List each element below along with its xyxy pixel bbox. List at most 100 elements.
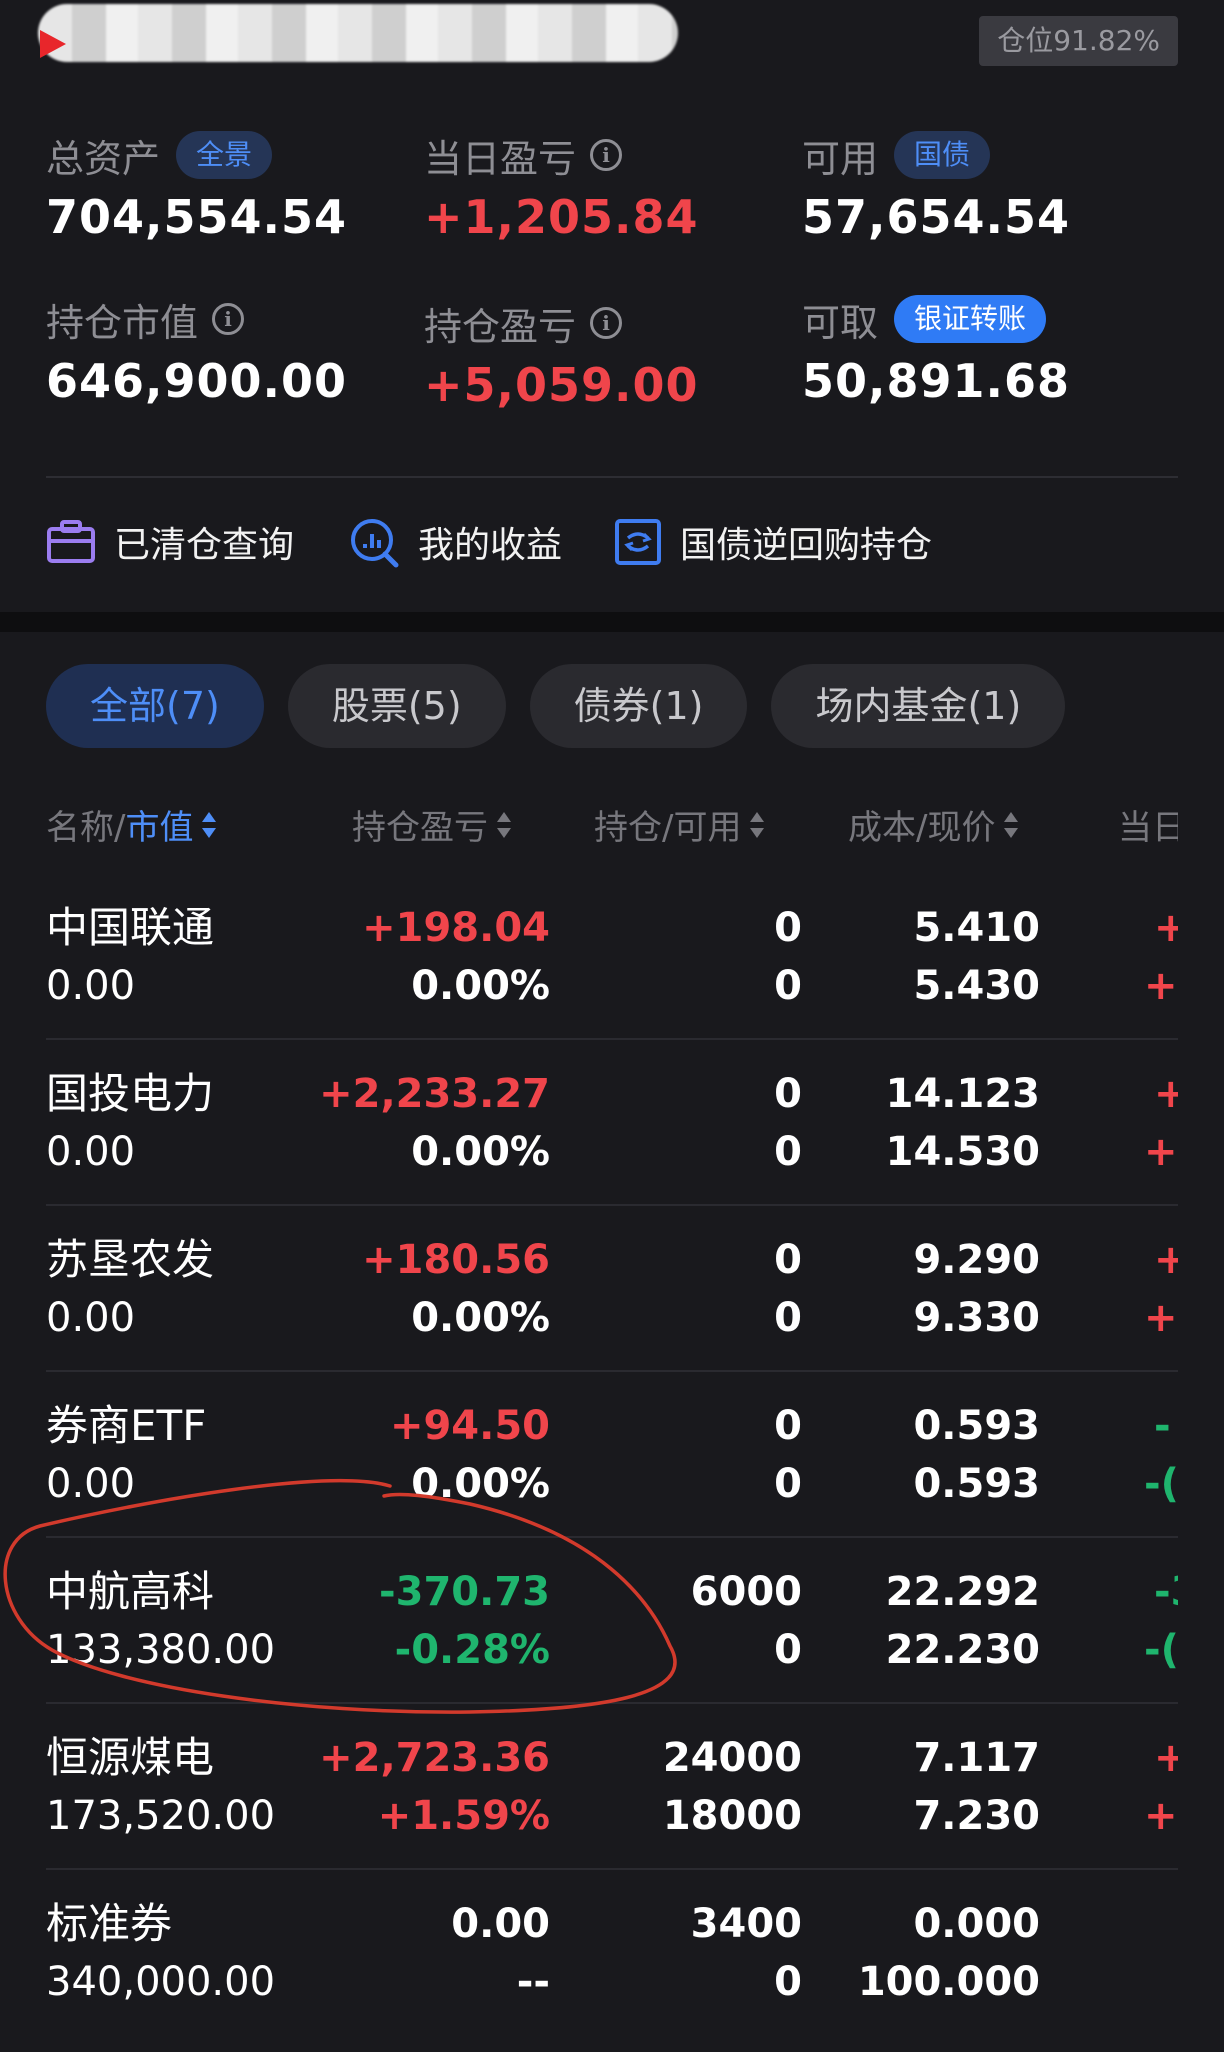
- holding-cost: 14.123: [885, 1071, 1040, 1117]
- account-summary-panel: 仓位91.82% 总资产 全景 704,554.54 当日盈亏 i +1,205…: [0, 0, 1224, 612]
- holding-price: 22.230: [885, 1627, 1040, 1673]
- holding-available: 0: [774, 1959, 802, 2005]
- holding-price: 5.430: [913, 963, 1040, 1009]
- total-assets-value: 704,554.54: [46, 190, 348, 244]
- holding-available: 18000: [662, 1793, 802, 1839]
- holding-market-value: 173,520.00: [46, 1793, 276, 1839]
- column-name-label: 名称/: [46, 808, 126, 848]
- holding-daily-pnl: -3: [1154, 1569, 1178, 1615]
- section-separator: [0, 612, 1224, 632]
- column-market-value-label: 市值: [125, 808, 194, 848]
- sort-icon: [496, 811, 512, 838]
- daily-pnl: 当日盈亏 i +1,205.84: [424, 128, 699, 245]
- withdrawable-label: 可取: [802, 300, 879, 345]
- repo-holdings-label: 国债逆回购持仓: [680, 525, 933, 566]
- redacted-account-bar: [38, 4, 678, 62]
- sort-icon: [1003, 811, 1019, 838]
- holding-market-value: 340,000.00: [46, 1959, 276, 2005]
- tab-stocks[interactable]: 股票(5): [287, 664, 506, 748]
- holding-available: 0: [774, 1295, 802, 1341]
- holding-value-label: 持仓市值: [46, 300, 199, 345]
- treasury-bond-button[interactable]: 国债: [894, 131, 991, 179]
- holding-daily-percent: +(: [1144, 1793, 1178, 1839]
- holding-position: 3400: [690, 1901, 802, 1947]
- total-assets: 总资产 全景 704,554.54: [46, 128, 347, 244]
- holding-price: 7.230: [913, 1793, 1040, 1839]
- holding-name: 苏垦农发: [46, 1235, 215, 1284]
- holding-position: 0: [774, 1237, 802, 1283]
- holding-daily-percent: +(: [1144, 1129, 1178, 1175]
- holding-position: 6000: [690, 1569, 802, 1615]
- panorama-button[interactable]: 全景: [176, 131, 273, 179]
- holding-category-tabs: 全部(7) 股票(5) 债券(1) 场内基金(1): [46, 664, 1089, 748]
- holding-pnl: +2,233.27: [319, 1071, 550, 1117]
- column-cost-label: 成本/现价: [848, 808, 996, 848]
- column-position-available[interactable]: 持仓/可用: [594, 800, 765, 849]
- holding-price: 100.000: [857, 1959, 1040, 2005]
- holding-pnl-percent: +1.59%: [377, 1793, 550, 1839]
- holding-cost: 0.000: [913, 1901, 1040, 1947]
- sort-icon: [749, 811, 765, 838]
- holding-position: 0: [774, 1403, 802, 1449]
- info-icon[interactable]: i: [590, 307, 623, 339]
- holding-cost: 5.410: [913, 905, 1040, 951]
- my-earnings-link[interactable]: 我的收益: [348, 510, 562, 574]
- holding-market-value: 0.00: [46, 963, 136, 1009]
- column-name-market-value[interactable]: 名称/市值: [46, 800, 217, 849]
- column-holding-pnl[interactable]: 持仓盈亏: [352, 800, 512, 849]
- holding-daily-pnl: +: [1154, 905, 1178, 951]
- repo-holdings-link[interactable]: 国债逆回购持仓: [614, 510, 932, 574]
- holding-daily-pnl: -: [1154, 1403, 1171, 1449]
- holding-daily-percent: +(: [1144, 1295, 1178, 1341]
- account-flag-icon: [40, 30, 66, 58]
- holdings-list: 中国联通 0.00 +198.04 0.00% 0 0 5.410 5.430 …: [46, 874, 1178, 2052]
- tab-exchange-funds[interactable]: 场内基金(1): [771, 664, 1066, 748]
- holding-pnl: 持仓盈亏 i +5,059.00: [424, 296, 699, 413]
- holding-available: 0: [774, 1129, 802, 1175]
- holdings-table-header: 名称/市值 持仓盈亏 持仓/可用 成本/现价 当日: [46, 790, 1178, 854]
- info-icon[interactable]: i: [590, 139, 623, 171]
- holding-daily-percent: +(: [1144, 963, 1178, 1009]
- withdrawable-value: 50,891.68: [802, 354, 1070, 408]
- withdrawable-funds: 可取 银证转账 50,891.68: [802, 292, 1070, 408]
- chart-search-icon: [351, 519, 399, 568]
- holding-price: 14.530: [885, 1129, 1040, 1175]
- holding-market-value: 持仓市值 i 646,900.00: [46, 292, 347, 409]
- holding-name: 国投电力: [46, 1069, 215, 1118]
- holding-pnl-label: 持仓盈亏: [424, 304, 577, 349]
- column-daily-label: 当日: [1118, 808, 1178, 848]
- cleared-positions-label: 已清仓查询: [114, 525, 295, 566]
- tab-all[interactable]: 全部(7): [46, 664, 264, 748]
- holding-pnl-value: +5,059.00: [424, 358, 699, 412]
- column-position-label: 持仓/可用: [594, 808, 742, 848]
- holding-daily-percent: -(: [1144, 1627, 1178, 1673]
- info-icon[interactable]: i: [212, 303, 245, 335]
- tab-bonds[interactable]: 债券(1): [529, 664, 748, 748]
- briefcase-icon: [47, 520, 95, 563]
- column-pnl-label: 持仓盈亏: [352, 808, 488, 848]
- column-cost-price[interactable]: 成本/现价: [848, 800, 1019, 849]
- holding-pnl: +198.04: [362, 905, 550, 951]
- bank-transfer-button[interactable]: 银证转账: [894, 295, 1047, 343]
- holding-available: 0: [774, 1461, 802, 1507]
- holding-cost: 0.593: [913, 1403, 1040, 1449]
- holding-cost: 22.292: [885, 1569, 1040, 1615]
- available-label: 可用: [802, 136, 879, 181]
- holding-daily-pnl: +: [1154, 1237, 1178, 1283]
- holding-price: 9.330: [913, 1295, 1040, 1341]
- table-row[interactable]: 中国联通 0.00 +198.04 0.00% 0 0 5.410 5.430 …: [46, 874, 1178, 1040]
- holding-pnl-percent: --: [516, 1959, 550, 2005]
- holding-available: 0: [774, 1627, 802, 1673]
- my-earnings-label: 我的收益: [418, 525, 563, 566]
- position-ratio-badge: 仓位91.82%: [979, 16, 1178, 66]
- holding-position: 0: [774, 905, 802, 951]
- table-row[interactable]: 标准券 340,000.00 0.00 -- 3400 0 0.000 100.…: [46, 1870, 1178, 2036]
- holding-cost: 9.290: [913, 1237, 1040, 1283]
- holding-pnl-percent: 0.00%: [411, 1129, 550, 1175]
- table-row[interactable]: 苏垦农发 0.00 +180.56 0.00% 0 0 9.290 9.330 …: [46, 1206, 1178, 1372]
- holding-market-value: 0.00: [46, 1129, 136, 1175]
- table-row[interactable]: 国投电力 0.00 +2,233.27 0.00% 0 0 14.123 14.…: [46, 1040, 1178, 1206]
- cleared-positions-link[interactable]: 已清仓查询: [46, 510, 294, 574]
- holding-market-value: 0.00: [46, 1295, 136, 1341]
- column-daily[interactable]: 当日: [1118, 800, 1178, 849]
